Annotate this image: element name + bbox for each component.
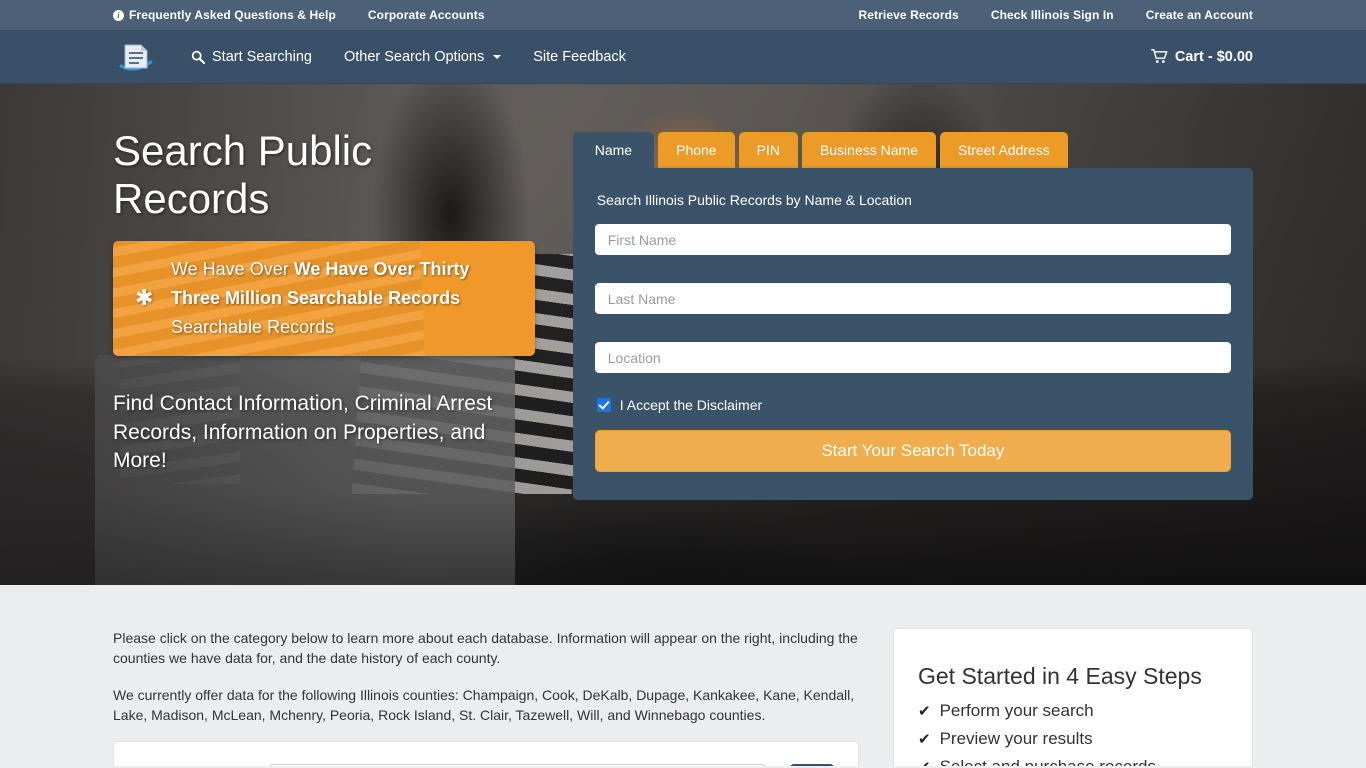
hero-copy-column: Search Public Records ✱ We Have Over We … [113,84,535,585]
search-panel-label: Search Illinois Public Records by Name &… [596,192,912,208]
content-section: Please click on the category below to le… [0,585,1366,766]
page-title: Search Public Records [113,127,373,222]
nav-site-feedback[interactable]: Site Feedback [517,30,642,84]
content-inner: Please click on the category below to le… [113,585,1253,766]
disclaimer-checkbox[interactable] [596,398,611,412]
step-label: Perform your search [939,701,1094,720]
first-name-input[interactable] [594,224,1231,255]
check-icon: ✔ [918,703,931,720]
tab-name[interactable]: Name [572,132,655,168]
corporate-accounts-link[interactable]: Corporate Accounts [352,8,501,22]
badge-line4-plain: Searchable Records [171,317,335,338]
nav-start-searching-label: Start Searching [212,48,312,65]
search-tabs: Name Phone PIN Business Name Street Addr… [572,132,1253,168]
tab-business-name[interactable]: Business Name [801,132,936,168]
badge-line1-plain: We Have Over [171,258,294,279]
records-count-badge: ✱ We Have Over We Have Over Thirty Three… [113,240,535,357]
faq-help-link[interactable]: i Frequently Asked Questions & Help [113,8,352,22]
content-left-column: Please click on the category below to le… [113,628,859,766]
main-navbar: Start Searching Other Search Options Sit… [0,30,1366,84]
main-navbar-inner: Start Searching Other Search Options Sit… [113,30,1253,83]
create-an-account-link[interactable]: Create an Account [1130,8,1253,22]
list-item: ✔ Select and purchase records [918,757,1228,766]
search-widget: Name Phone PIN Business Name Street Addr… [572,84,1253,585]
tab-street-address[interactable]: Street Address [939,132,1068,168]
records-count-badge-text: We Have Over We Have Over Thirty Three M… [171,255,517,342]
tell-a-friend-input[interactable] [269,764,766,766]
disclaimer-row: I Accept the Disclaimer [596,397,1231,413]
nav-site-feedback-label: Site Feedback [533,48,626,65]
tell-a-friend-card: Tell a friend [113,741,859,766]
faq-help-label: Frequently Asked Questions & Help [129,8,336,22]
top-utility-left-links: i Frequently Asked Questions & Help Corp… [113,8,501,22]
badge-line3-bold: Searchable Records [287,287,461,308]
retrieve-records-link[interactable]: Retrieve Records [843,8,975,22]
top-utility-bar: i Frequently Asked Questions & Help Corp… [0,0,1366,30]
check-icon: ✔ [918,731,931,748]
tab-pin[interactable]: PIN [738,132,798,168]
hero-section: Search Public Records ✱ We Have Over We … [0,84,1366,585]
step-label: Preview your results [939,729,1093,748]
intro-paragraph: Please click on the category below to le… [113,630,858,667]
last-name-input[interactable] [594,283,1231,314]
navbar-left-group: Start Searching Other Search Options Sit… [113,30,642,83]
location-input[interactable] [594,342,1231,373]
chevron-down-icon [493,54,502,59]
corporate-accounts-label: Corporate Accounts [367,8,485,22]
step-label: Select and purchase records [940,757,1156,766]
search-icon [191,50,205,64]
list-item: ✔ Preview your results [918,729,1228,749]
asterisk-icon: ✱ [135,285,154,311]
document-logo-svg [119,44,153,71]
start-search-button[interactable]: Start Your Search Today [594,430,1231,472]
get-started-title: Get Started in 4 Easy Steps [918,663,1202,689]
badge-line1-bold: We Have Over [293,258,415,279]
info-icon: i [113,9,124,21]
cart-icon [1150,49,1168,63]
nav-start-searching[interactable]: Start Searching [175,30,328,84]
top-utility-bar-inner: i Frequently Asked Questions & Help Corp… [113,0,1253,30]
nav-other-search-options-label: Other Search Options [343,48,485,65]
search-panel: Search Illinois Public Records by Name &… [572,168,1253,500]
cart-button[interactable]: Cart - $0.00 [1150,48,1253,65]
check-icon: ✔ [918,758,931,766]
disclaimer-label[interactable]: I Accept the Disclaimer [620,397,762,413]
top-utility-right-links: Retrieve Records Check Illinois Sign In … [843,8,1254,22]
check-illinois-sign-in-link[interactable]: Check Illinois Sign In [975,8,1130,22]
document-logo-icon[interactable] [113,37,157,77]
hero-inner: Search Public Records ✱ We Have Over We … [113,84,1253,585]
counties-paragraph: We currently offer data for the followin… [113,686,855,723]
cart-label: Cart - $0.00 [1174,48,1253,65]
list-item: ✔ Perform your search [918,701,1228,721]
tell-a-friend-button[interactable] [790,764,834,766]
hero-subtitle: Find Contact Information, Criminal Arres… [113,392,493,473]
nav-other-search-options[interactable]: Other Search Options [328,30,517,84]
get-started-panel: Get Started in 4 Easy Steps ✔ Perform yo… [893,628,1253,766]
tab-phone[interactable]: Phone [658,132,735,168]
